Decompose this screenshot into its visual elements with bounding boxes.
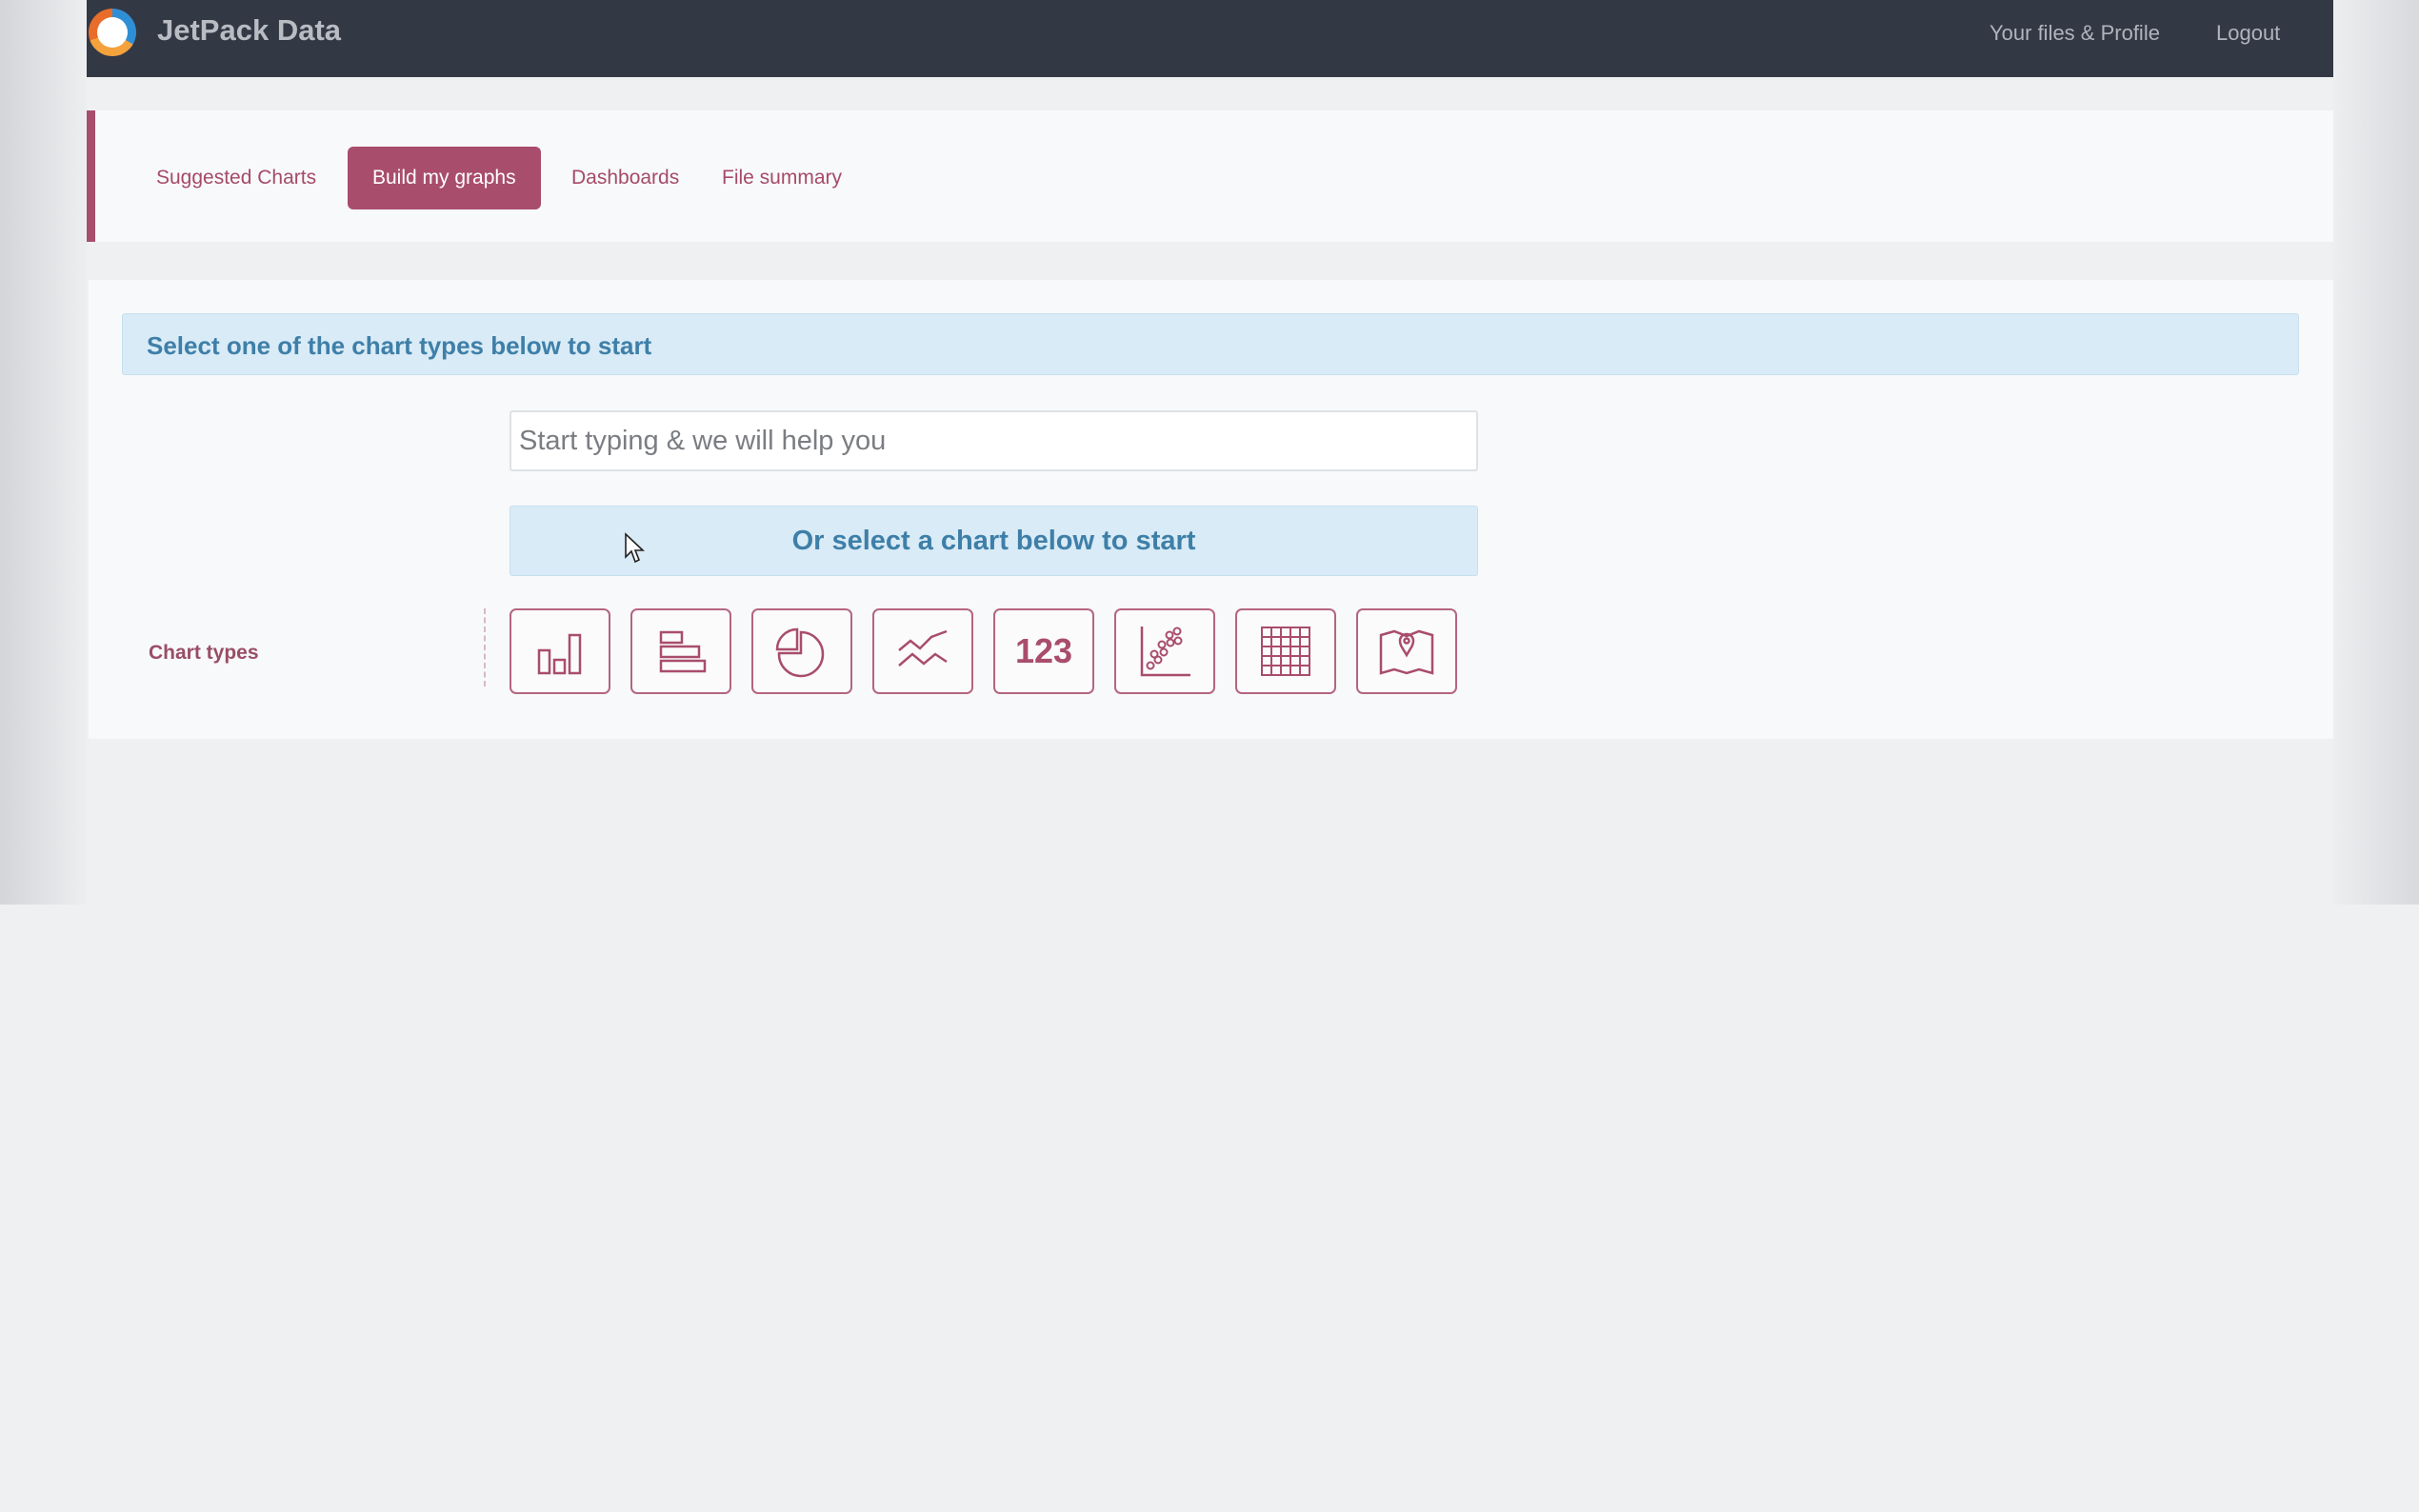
chart-type-map-button[interactable] <box>1356 608 1457 694</box>
chart-type-table-button[interactable] <box>1235 608 1336 694</box>
chart-type-pie-button[interactable] <box>751 608 852 694</box>
logo-icon <box>89 9 136 56</box>
tab-file-summary[interactable]: File summary <box>697 147 867 209</box>
chart-type-horizontal-bar-button[interactable] <box>630 608 731 694</box>
scatter-chart-icon <box>1140 627 1190 677</box>
chart-type-bar-button[interactable] <box>510 608 610 694</box>
number-icon: 123 <box>1014 631 1073 670</box>
left-backdrop <box>0 0 87 905</box>
tab-suggested-charts[interactable]: Suggested Charts <box>131 147 341 209</box>
chart-type-scatter-button[interactable] <box>1114 608 1215 694</box>
select-chart-prompt-text: Or select a chart below to start <box>791 526 1196 556</box>
top-navbar: JetPack Data Your files & Profile Logout <box>87 0 2333 77</box>
pie-chart-icon <box>775 627 825 678</box>
chart-type-line-button[interactable] <box>872 608 973 694</box>
logout-link[interactable]: Logout <box>2216 21 2280 46</box>
chart-types-divider <box>484 608 486 686</box>
info-alert-text: Select one of the chart types below to s… <box>147 331 652 360</box>
brand-name: JetPack Data <box>157 13 342 47</box>
chart-builder-panel: Select one of the chart types below to s… <box>89 280 2333 739</box>
info-alert: Select one of the chart types below to s… <box>122 313 2299 375</box>
chart-search-input[interactable] <box>510 410 1478 471</box>
mouse-cursor-icon <box>625 532 646 564</box>
select-chart-prompt: Or select a chart below to start <box>510 506 1478 576</box>
table-icon <box>1261 627 1310 676</box>
tab-bar: Suggested Charts Build my graphs Dashboa… <box>87 110 2333 242</box>
files-profile-link[interactable]: Your files & Profile <box>1989 21 2160 46</box>
map-icon <box>1379 629 1434 675</box>
chart-types-label: Chart types <box>149 642 259 664</box>
bar-chart-icon <box>537 633 582 675</box>
right-backdrop <box>2333 0 2419 905</box>
horizontal-bar-chart-icon <box>659 630 707 673</box>
chart-type-number-button[interactable]: 123 <box>993 608 1094 694</box>
tab-dashboards[interactable]: Dashboards <box>547 147 704 209</box>
line-chart-icon <box>898 629 948 666</box>
tab-build-my-graphs[interactable]: Build my graphs <box>348 147 541 209</box>
app-window: JetPack Data Your files & Profile Logout… <box>87 0 2333 1512</box>
